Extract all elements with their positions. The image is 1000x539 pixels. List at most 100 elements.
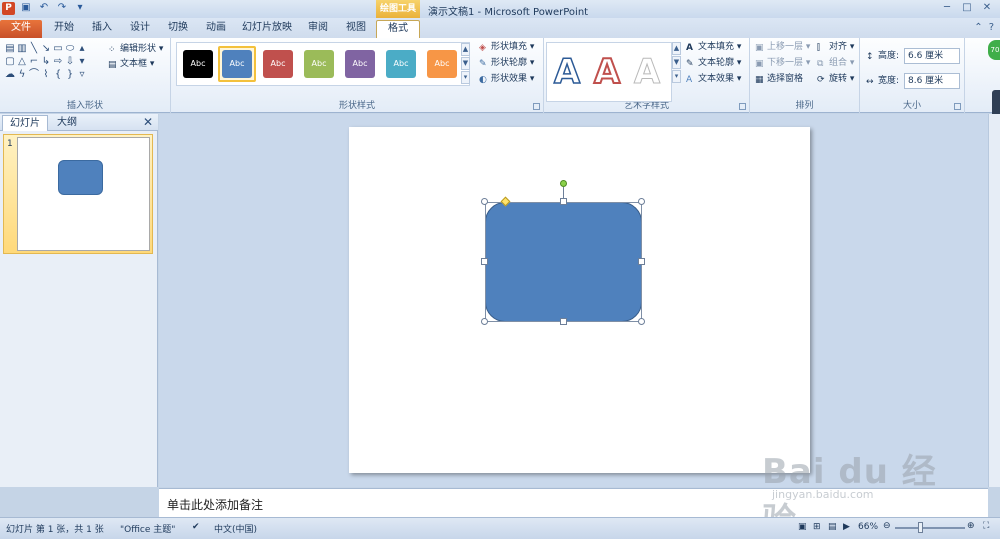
fit-to-window-icon[interactable]: ⛶ bbox=[983, 521, 989, 531]
text-effects-button[interactable]: A 文本效果 ▾ bbox=[686, 73, 741, 85]
shape-effects-button[interactable]: ◐ 形状效果 ▾ bbox=[479, 73, 534, 85]
freeform-shape-icon[interactable]: ⌇ bbox=[40, 68, 52, 81]
wordart-style-outline-blue[interactable]: A bbox=[549, 47, 585, 97]
gallery-down-icon[interactable]: ▼ bbox=[461, 57, 470, 70]
reading-view-icon[interactable]: ▤ bbox=[828, 522, 837, 532]
elbow-arrow-shape-icon[interactable]: ↳ bbox=[40, 55, 52, 68]
zoom-slider-thumb[interactable] bbox=[918, 522, 923, 533]
tab-file[interactable]: 文件 bbox=[0, 20, 42, 38]
left-brace-shape-icon[interactable]: { bbox=[52, 68, 64, 81]
wordart-up-icon[interactable]: ▲ bbox=[672, 42, 681, 55]
shape-fill-button[interactable]: ◈ 形状填充 ▾ bbox=[479, 41, 534, 53]
textbox-shape-icon[interactable]: ▤ bbox=[4, 42, 16, 55]
rotate-button[interactable]: ⟳ 旋转 ▾ bbox=[817, 73, 854, 85]
resize-handle-bottom[interactable] bbox=[560, 318, 567, 325]
slide-thumbnail[interactable] bbox=[17, 137, 150, 251]
spellcheck-icon[interactable]: ✔ bbox=[192, 522, 200, 532]
slideshow-view-icon[interactable]: ▶ bbox=[843, 522, 850, 532]
rectangle-shape-icon[interactable]: ▭ bbox=[52, 42, 64, 55]
more-shapes-icon[interactable]: ▿ bbox=[76, 68, 88, 81]
wordart-launcher-icon[interactable] bbox=[739, 103, 746, 110]
minimize-icon[interactable]: ─ bbox=[938, 1, 956, 15]
zoom-level[interactable]: 66% bbox=[858, 522, 878, 532]
wordart-style-outline-red[interactable]: A bbox=[589, 47, 625, 97]
language-status[interactable]: 中文(中国) bbox=[214, 522, 257, 535]
wordart-down-icon[interactable]: ▼ bbox=[672, 56, 681, 69]
side-widget-badge[interactable]: 70 bbox=[988, 40, 1000, 60]
lightning-shape-icon[interactable]: ϟ bbox=[16, 68, 28, 81]
resize-handle-top-right[interactable] bbox=[638, 198, 645, 205]
style-swatch-aqua[interactable]: Abc bbox=[386, 50, 416, 78]
powerpoint-app-icon[interactable]: P bbox=[2, 2, 15, 15]
help-icon[interactable]: ? bbox=[989, 22, 994, 33]
line-shape-icon[interactable]: ╲ bbox=[28, 42, 40, 55]
curve-shape-icon[interactable]: ⌒ bbox=[28, 68, 40, 81]
shape-outline-button[interactable]: ✎ 形状轮廓 ▾ bbox=[479, 57, 534, 69]
tab-view[interactable]: 视图 bbox=[344, 20, 368, 38]
tab-design[interactable]: 设计 bbox=[128, 20, 152, 38]
arrow-line-shape-icon[interactable]: ↘ bbox=[40, 42, 52, 55]
tab-home[interactable]: 开始 bbox=[52, 20, 76, 38]
resize-handle-bottom-left[interactable] bbox=[481, 318, 488, 325]
style-swatch-blue[interactable]: Abc bbox=[222, 50, 252, 78]
wordart-style-outline-gray[interactable]: A bbox=[629, 47, 665, 97]
right-arrow-shape-icon[interactable]: ⇨ bbox=[52, 55, 64, 68]
style-swatch-orange[interactable]: Abc bbox=[427, 50, 457, 78]
down-arrow-shape-icon[interactable]: ⇩ bbox=[64, 55, 76, 68]
style-swatch-red[interactable]: Abc bbox=[263, 50, 293, 78]
zoom-in-icon[interactable]: ⊕ bbox=[967, 521, 975, 531]
resize-handle-top-left[interactable] bbox=[481, 198, 488, 205]
cloud-shape-icon[interactable]: ☁ bbox=[4, 68, 16, 81]
scroll-up-icon[interactable]: ▴ bbox=[76, 42, 88, 55]
tab-insert[interactable]: 插入 bbox=[90, 20, 114, 38]
right-brace-shape-icon[interactable]: } bbox=[64, 68, 76, 81]
tab-slideshow[interactable]: 幻灯片放映 bbox=[242, 20, 292, 38]
style-swatch-green[interactable]: Abc bbox=[304, 50, 334, 78]
vertical-textbox-shape-icon[interactable]: ▥ bbox=[16, 42, 28, 55]
rounded-rectangle-shape[interactable] bbox=[485, 202, 642, 322]
tab-review[interactable]: 审阅 bbox=[306, 20, 330, 38]
triangle-shape-icon[interactable]: △ bbox=[16, 55, 28, 68]
send-backward-button[interactable]: ▣ 下移一层 ▾ bbox=[755, 57, 810, 69]
edit-shape-button[interactable]: ⁘ 编辑形状 ▾ bbox=[108, 43, 163, 55]
theme-status[interactable]: "Office 主题" bbox=[120, 522, 175, 535]
maximize-icon[interactable]: □ bbox=[958, 1, 976, 15]
close-icon[interactable]: ✕ bbox=[978, 1, 996, 15]
shape-styles-launcher-icon[interactable] bbox=[533, 103, 540, 110]
slide-sorter-view-icon[interactable]: ⊞ bbox=[813, 522, 821, 532]
undo-icon[interactable]: ↶ bbox=[38, 2, 50, 14]
resize-handle-right[interactable] bbox=[638, 258, 645, 265]
style-swatch-black[interactable]: Abc bbox=[183, 50, 213, 78]
zoom-out-icon[interactable]: ⊖ bbox=[883, 521, 891, 531]
vertical-scrollbar[interactable] bbox=[988, 114, 1000, 487]
customize-qat-icon[interactable]: ▾ bbox=[74, 2, 86, 14]
close-panel-icon[interactable]: ✕ bbox=[143, 115, 153, 129]
save-icon[interactable]: ▣ bbox=[20, 2, 32, 14]
redo-icon[interactable]: ↷ bbox=[56, 2, 68, 14]
bring-forward-button[interactable]: ▣ 上移一层 ▾ bbox=[755, 41, 810, 53]
oval-shape-icon[interactable]: ⬭ bbox=[64, 42, 76, 55]
scroll-down-icon[interactable]: ▾ bbox=[76, 55, 88, 68]
resize-handle-left[interactable] bbox=[481, 258, 488, 265]
tab-transitions[interactable]: 切换 bbox=[166, 20, 190, 38]
tab-animations[interactable]: 动画 bbox=[204, 20, 228, 38]
selection-pane-button[interactable]: ▦ 选择窗格 bbox=[755, 73, 803, 85]
width-field[interactable]: 8.6 厘米 bbox=[904, 73, 960, 89]
gallery-up-icon[interactable]: ▲ bbox=[461, 43, 470, 56]
wordart-more-icon[interactable]: ▾ bbox=[672, 70, 681, 83]
resize-handle-bottom-right[interactable] bbox=[638, 318, 645, 325]
tab-slides[interactable]: 幻灯片 bbox=[2, 115, 48, 131]
text-fill-button[interactable]: A 文本填充 ▾ bbox=[686, 41, 741, 53]
normal-view-icon[interactable]: ▣ bbox=[798, 522, 807, 532]
text-box-button[interactable]: ▤ 文本框 ▾ bbox=[108, 58, 154, 70]
elbow-connector-shape-icon[interactable]: ⌐ bbox=[28, 55, 40, 68]
tab-outline[interactable]: 大纲 bbox=[50, 115, 84, 131]
tab-format[interactable]: 格式 bbox=[376, 20, 420, 38]
zoom-slider-track[interactable] bbox=[895, 527, 965, 529]
rounded-rectangle-shape-icon[interactable]: ▢ bbox=[4, 55, 16, 68]
size-launcher-icon[interactable] bbox=[954, 103, 961, 110]
rotation-handle[interactable] bbox=[560, 180, 567, 187]
text-outline-button[interactable]: ✎ 文本轮廓 ▾ bbox=[686, 57, 741, 69]
align-button[interactable]: ⫿ 对齐 ▾ bbox=[817, 41, 854, 53]
resize-handle-top[interactable] bbox=[560, 198, 567, 205]
